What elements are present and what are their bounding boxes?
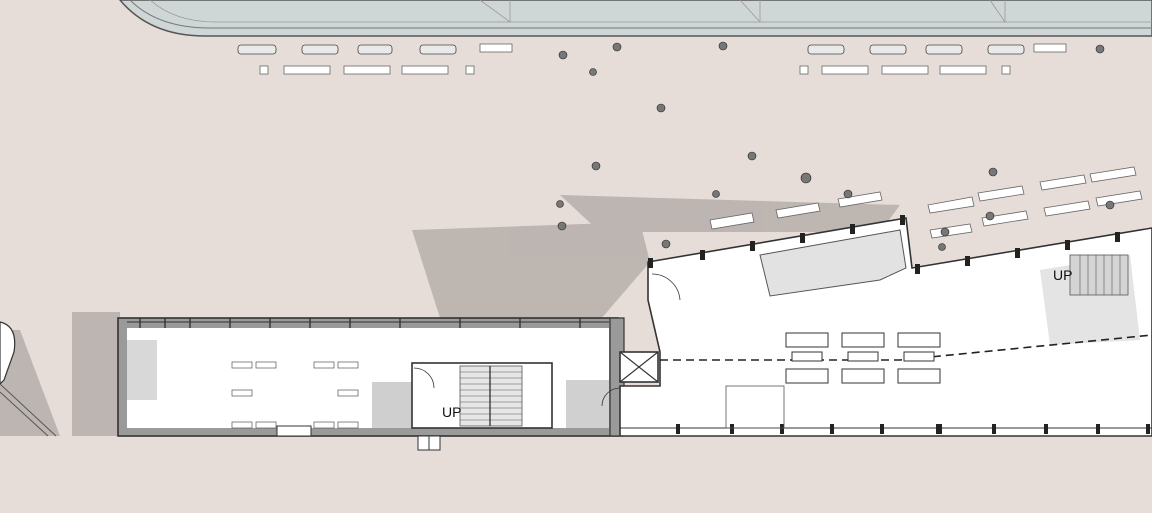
upper-canopy xyxy=(119,0,1152,37)
stair-up-label-right: UP xyxy=(1053,267,1072,283)
left-building: UP xyxy=(117,317,619,451)
floor-plan: UP UP xyxy=(0,0,1152,513)
stair-up-label-left: UP xyxy=(442,404,461,420)
